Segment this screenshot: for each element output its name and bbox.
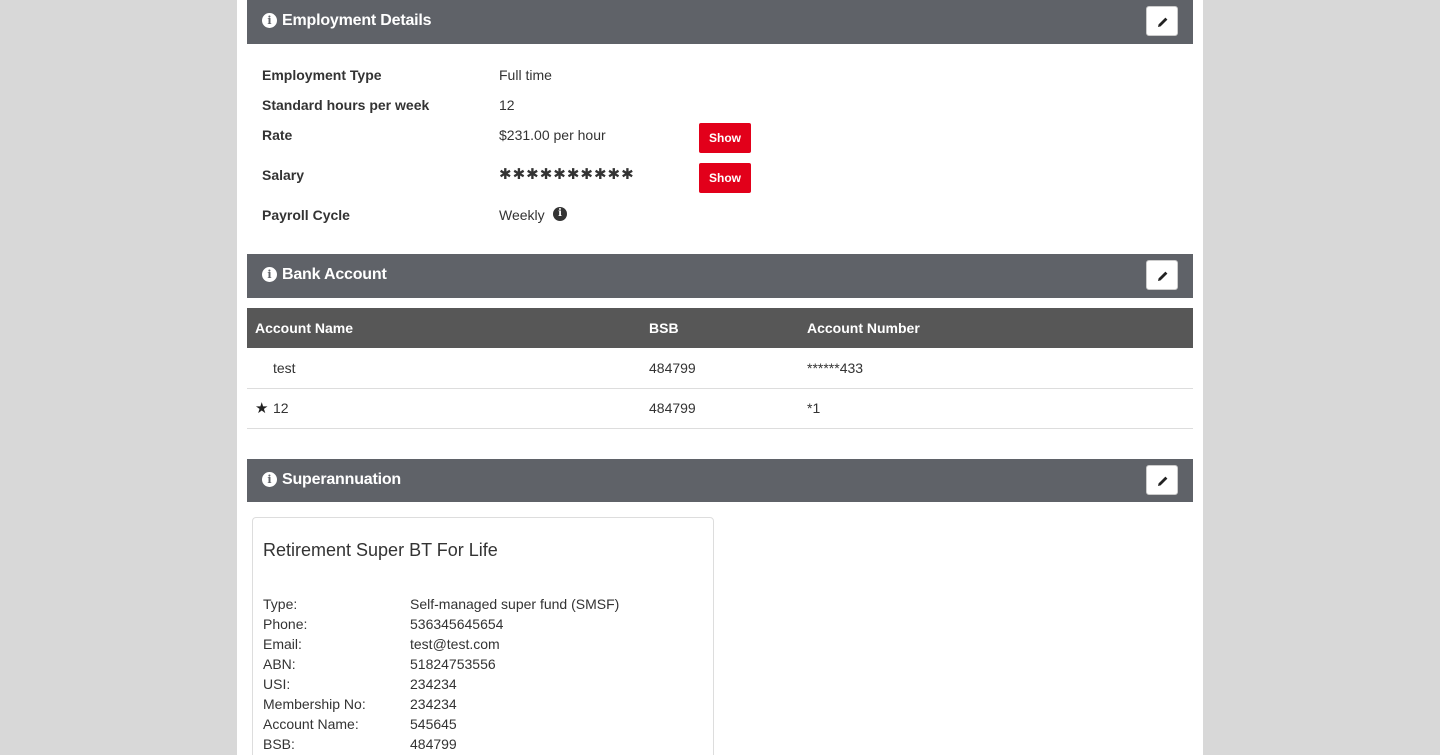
detail-value: 234234 [410, 696, 457, 712]
detail-value: 484799 [410, 736, 457, 752]
bank-accounts-table: Account Name BSB Account Number test 484… [247, 308, 1193, 429]
rate-label: Rate [262, 127, 293, 143]
salary-masked-value: ✱✱✱✱✱✱✱✱✱✱ [499, 165, 635, 183]
account-name-cell: ★ 12 [247, 388, 641, 429]
account-name: test [273, 359, 296, 376]
standard-hours-value: 12 [499, 97, 515, 113]
info-icon: i [262, 13, 277, 28]
employment-type-row: Employment Type Full time [262, 67, 1182, 87]
detail-value: test@test.com [410, 636, 500, 652]
info-icon: i [262, 267, 277, 282]
bank-account-header: i Bank Account [247, 254, 1193, 298]
super-detail-row: Email: test@test.com [263, 636, 703, 656]
table-row[interactable]: test 484799 ******433 [247, 348, 1193, 389]
pencil-icon [1158, 271, 1168, 281]
detail-value: 536345645654 [410, 616, 504, 632]
section-title-super: Superannuation [282, 471, 401, 488]
detail-key: Account Name: [263, 716, 359, 732]
detail-value: 51824753556 [410, 656, 496, 672]
payroll-cycle-label: Payroll Cycle [262, 207, 350, 223]
star-icon: ★ [255, 400, 269, 417]
detail-value: 234234 [410, 676, 457, 692]
page-content: i Employment Details Employment Type Ful… [237, 0, 1203, 755]
detail-value: Self-managed super fund (SMSF) [410, 596, 620, 612]
payroll-cycle-row: Payroll Cycle Weekly i [262, 207, 1182, 227]
super-fund-card: Retirement Super BT For Life Type: Self-… [252, 517, 714, 755]
detail-key: USI: [263, 676, 291, 692]
account-number-cell: *1 [799, 388, 1193, 429]
employment-details-header: i Employment Details [247, 0, 1193, 44]
bsb-cell: 484799 [641, 388, 799, 429]
info-icon: i [262, 472, 277, 487]
column-header-account-number: Account Number [799, 308, 1193, 348]
superannuation-header: i Superannuation [247, 459, 1193, 502]
account-number-cell: ******433 [799, 348, 1193, 389]
super-detail-row: ABN: 51824753556 [263, 656, 703, 676]
fund-name: Retirement Super BT For Life [263, 540, 498, 560]
account-name: 12 [273, 400, 289, 416]
detail-key: ABN: [263, 656, 296, 672]
salary-row: Salary ✱✱✱✱✱✱✱✱✱✱ Show [262, 163, 1182, 193]
detail-key: Phone: [263, 616, 308, 632]
pencil-icon [1158, 476, 1168, 486]
account-name-cell: test [247, 348, 641, 389]
detail-key: Membership No: [263, 696, 366, 712]
table-header-row: Account Name BSB Account Number [247, 308, 1193, 348]
super-detail-row: Phone: 536345645654 [263, 616, 703, 636]
section-title-bank: Bank Account [282, 266, 387, 283]
pencil-icon [1158, 17, 1168, 27]
super-detail-row: Account Name: 545645 [263, 716, 703, 736]
rate-row: Rate $231.00 per hour Show [262, 123, 1182, 153]
bsb-cell: 484799 [641, 348, 799, 389]
payroll-cycle-value: Weekly [499, 207, 545, 223]
rate-value: $231.00 per hour [499, 127, 606, 143]
super-detail-row: USI: 234234 [263, 676, 703, 696]
column-header-account-name: Account Name [247, 308, 641, 348]
show-rate-button[interactable]: Show [699, 123, 751, 153]
super-detail-row: Type: Self-managed super fund (SMSF) [263, 596, 703, 616]
detail-key: Email: [263, 636, 302, 652]
detail-key: BSB: [263, 736, 295, 752]
standard-hours-row: Standard hours per week 12 [262, 97, 1182, 117]
standard-hours-label: Standard hours per week [262, 97, 430, 113]
detail-value: 545645 [410, 716, 457, 732]
column-header-bsb: BSB [641, 308, 799, 348]
salary-label: Salary [262, 167, 305, 183]
edit-employment-button[interactable] [1146, 6, 1178, 36]
edit-bank-button[interactable] [1146, 260, 1178, 290]
show-salary-button[interactable]: Show [699, 163, 751, 193]
edit-super-button[interactable] [1146, 465, 1178, 495]
super-detail-row: Membership No: 234234 [263, 696, 703, 716]
employment-type-label: Employment Type [262, 67, 382, 83]
super-detail-row: BSB: 484799 [263, 736, 703, 755]
employment-type-value: Full time [499, 67, 552, 83]
detail-key: Type: [263, 596, 298, 612]
payroll-info-icon[interactable]: i [553, 207, 567, 221]
table-row[interactable]: ★ 12 484799 *1 [247, 388, 1193, 429]
section-title-employment: Employment Details [282, 12, 432, 29]
